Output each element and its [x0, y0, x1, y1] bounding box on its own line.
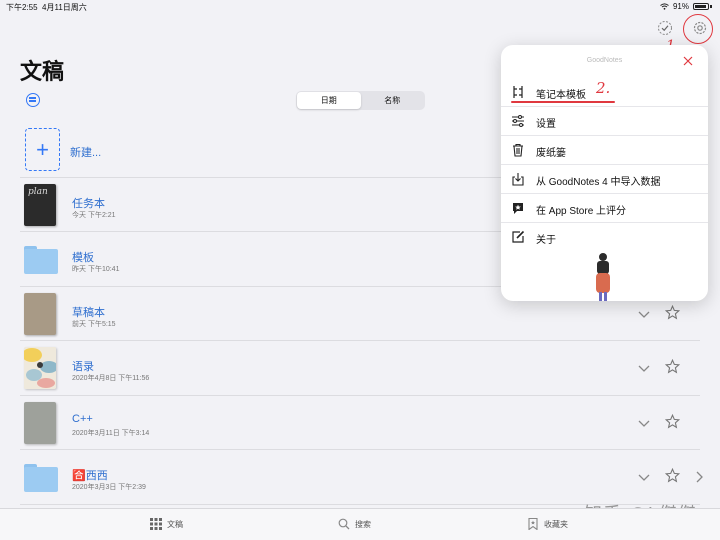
tab-search[interactable]: 搜索: [338, 518, 371, 530]
menu-item-label: 笔记本模板: [536, 90, 586, 101]
notebook-cover[interactable]: plan: [24, 183, 56, 226]
chevron-right-icon[interactable]: [694, 470, 704, 484]
search-icon: [338, 518, 350, 530]
grid-icon: [150, 518, 162, 530]
annotation-underline: [511, 101, 615, 103]
item-date: 2020年4月8日 下午11:56: [72, 375, 150, 382]
item-date: 前天 下午5:15: [72, 320, 116, 328]
close-icon[interactable]: [682, 55, 694, 67]
wifi-icon: [660, 3, 669, 10]
select-check-icon[interactable]: [657, 20, 673, 36]
status-bar: 下午2:55 4月11日周六 91%: [0, 0, 720, 14]
star-icon[interactable]: [665, 304, 680, 320]
item-name[interactable]: 🈴西西: [72, 467, 108, 483]
tab-documents[interactable]: 文稿: [150, 518, 183, 530]
bookmark-star-icon: [528, 518, 538, 530]
item-date: 2020年3月3日 下午2:39: [72, 484, 146, 491]
list-item[interactable]: 🈴西西 2020年3月3日 下午2:39: [20, 450, 703, 505]
tab-documents-label: 文稿: [167, 519, 183, 529]
sort-by-date[interactable]: 日期: [297, 92, 361, 109]
menu-item-import[interactable]: 从 GoodNotes 4 中导入数据: [501, 165, 708, 194]
folder-icon[interactable]: [24, 246, 58, 274]
star-icon[interactable]: [665, 468, 680, 483]
popover-menu: 笔记本模板 设置 废纸篓 从 GoodNotes 4 中导入数据 在 App S…: [501, 78, 708, 252]
menu-item-label: 废纸篓: [536, 148, 566, 159]
menu-item-label: 关于: [536, 235, 556, 246]
item-name[interactable]: 任务本: [72, 195, 105, 211]
trash-icon: [513, 143, 523, 157]
menu-item-label: 从 GoodNotes 4 中导入数据: [536, 177, 661, 188]
plus-icon[interactable]: +: [25, 128, 60, 171]
item-date: 2020年3月11日 下午3:14: [72, 429, 150, 437]
sliders-icon: [512, 115, 524, 127]
chevron-down-icon[interactable]: [637, 307, 651, 321]
chevron-down-icon[interactable]: [637, 416, 651, 430]
new-document-label[interactable]: 新建...: [70, 144, 101, 160]
template-icon: [513, 86, 523, 98]
popover-title: GoodNotes: [586, 57, 623, 64]
notebook-cover[interactable]: [24, 292, 56, 335]
cover-art: [24, 347, 56, 389]
menu-item-label: 设置: [536, 119, 556, 130]
chevron-down-icon[interactable]: [637, 361, 651, 375]
menu-item-settings[interactable]: 设置: [501, 107, 708, 136]
menu-item-trash[interactable]: 废纸篓: [501, 136, 708, 165]
list-item[interactable]: 语录 2020年4月8日 下午11:56: [20, 341, 700, 396]
chevron-down-icon[interactable]: [637, 470, 651, 484]
menu-item-rate[interactable]: 在 App Store 上评分: [501, 194, 708, 223]
tab-favorites-label: 收藏夹: [544, 519, 568, 529]
tab-search-label: 搜索: [355, 519, 371, 529]
filter-icon[interactable]: [26, 93, 40, 107]
import-icon: [512, 173, 524, 186]
notebook-cover[interactable]: [24, 401, 56, 444]
item-name[interactable]: C++: [72, 413, 93, 425]
item-name[interactable]: 语录: [72, 358, 94, 374]
battery-percent: 91%: [672, 2, 689, 11]
item-date: 今天 下午2:21: [72, 211, 116, 219]
page-title: 文稿: [20, 59, 65, 84]
annotation-circle: [683, 14, 713, 44]
menu-item-label: 在 App Store 上评分: [536, 206, 627, 217]
list-item[interactable]: C++ 2020年3月11日 下午3:14: [20, 396, 700, 450]
item-date: 昨天 下午10:41: [72, 266, 120, 273]
item-name[interactable]: 模板: [72, 249, 94, 265]
status-right: 91%: [660, 2, 712, 11]
item-name[interactable]: 草稿本: [72, 304, 105, 320]
status-time: 下午2:55 4月11日周六: [6, 3, 87, 12]
sort-by-name[interactable]: 名称: [361, 92, 425, 109]
bottom-tab-bar: 文稿 搜索 收藏夹: [0, 508, 720, 540]
menu-item-about[interactable]: 关于: [501, 223, 708, 252]
annotation-step-2: 2.: [596, 79, 611, 97]
rate-icon: [513, 203, 523, 214]
sort-segmented-control[interactable]: 日期 名称: [296, 91, 425, 110]
tab-favorites[interactable]: 收藏夹: [527, 518, 568, 530]
battery-icon: [693, 3, 709, 10]
star-icon[interactable]: [665, 359, 680, 374]
folder-icon[interactable]: [24, 464, 58, 492]
person-illustration: [596, 253, 610, 301]
edit-icon: [512, 230, 525, 243]
notebook-cover[interactable]: [24, 347, 56, 389]
star-icon[interactable]: [665, 413, 680, 429]
